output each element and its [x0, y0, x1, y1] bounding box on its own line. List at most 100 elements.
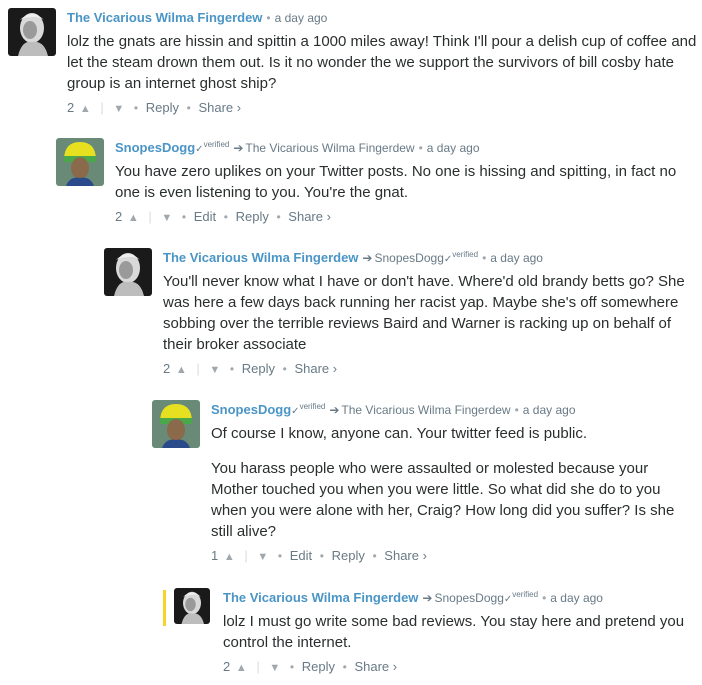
comment-paragraph: You have zero uplikes on your Twitter po…	[115, 163, 677, 201]
reply-arrow-icon: ➔	[329, 403, 340, 417]
parent-author[interactable]: SnopesDogg	[434, 591, 503, 605]
parent-author[interactable]: The Vicarious Wilma Fingerdew	[245, 141, 414, 155]
verified-check-icon: ✓	[291, 406, 300, 417]
new-comment-highlight	[163, 590, 166, 626]
edit-button[interactable]: Edit	[194, 209, 216, 224]
parent-author[interactable]: The Vicarious Wilma Fingerdew	[341, 403, 510, 417]
separator-dot: •	[514, 403, 519, 417]
verified-check-icon: ✓	[195, 144, 204, 155]
downvote-icon[interactable]: ▼	[161, 212, 172, 224]
timestamp[interactable]: a day ago	[275, 11, 328, 25]
author-name[interactable]: The Vicarious Wilma Fingerdew	[67, 10, 262, 25]
verified-badge: verified	[299, 402, 326, 411]
share-button[interactable]: Share ›	[294, 361, 337, 376]
reply-button[interactable]: Reply	[332, 548, 365, 563]
separator-dot: •	[277, 549, 283, 563]
upvote-icon[interactable]: ▲	[128, 212, 139, 224]
reply-arrow-icon: ➔	[233, 141, 244, 155]
verified-check-icon: ✓	[443, 254, 453, 265]
upvote-icon[interactable]: ▲	[80, 103, 91, 115]
upvote-icon[interactable]: ▲	[176, 364, 187, 376]
comment-footer: 1 ▲ | ▼ • Edit • Reply • Share ›	[211, 546, 698, 566]
downvote-icon[interactable]: ▼	[257, 551, 268, 563]
separator-dot: •	[482, 251, 487, 265]
reply-button[interactable]: Reply	[302, 659, 335, 674]
verified-badge: verified	[203, 140, 230, 149]
avatar[interactable]	[56, 138, 104, 186]
separator-dot: •	[418, 141, 423, 155]
separator-dot: •	[319, 549, 324, 563]
separator-dot: •	[133, 101, 139, 115]
share-button[interactable]: Share ›	[288, 209, 331, 224]
separator-dot: •	[542, 591, 547, 605]
separator-dot: •	[289, 660, 295, 674]
comment-header: SnopesDogg✓verified ➔ The Vicarious Wilma …	[211, 400, 698, 420]
vote-count: 2	[67, 100, 75, 115]
vote-count: 2	[223, 659, 231, 674]
downvote-icon[interactable]: ▼	[113, 103, 124, 115]
separator-dot: •	[186, 101, 191, 115]
comment-paragraph: Of course I know, anyone can. Your twitt…	[211, 425, 588, 442]
separator-dot: •	[181, 210, 187, 224]
comment-header: SnopesDogg✓verified ➔ The Vicarious Wilma …	[115, 138, 698, 158]
author-name[interactable]: The Vicarious Wilma Fingerdew	[163, 250, 358, 265]
timestamp[interactable]: a day ago	[490, 251, 543, 265]
vote-count: 1	[211, 548, 219, 563]
reply-button[interactable]: Reply	[146, 100, 179, 115]
comment-text: lolz I must go write some bad reviews. Y…	[223, 611, 698, 653]
comment-text: You have zero uplikes on your Twitter po…	[115, 161, 698, 203]
downvote-icon[interactable]: ▼	[269, 662, 280, 674]
timestamp[interactable]: a day ago	[427, 141, 480, 155]
avatar[interactable]	[152, 400, 200, 448]
comment-header: The Vicarious Wilma Fingerdew ➔ SnopesDogg…	[163, 248, 698, 268]
comment-footer: 2 ▲ | ▼ • Edit • Reply • Share ›	[115, 207, 698, 227]
separator-dot: •	[229, 362, 235, 376]
divider: |	[196, 361, 200, 376]
edit-button[interactable]: Edit	[290, 548, 312, 563]
divider: |	[244, 548, 248, 563]
portrait-icon	[104, 248, 152, 296]
reply-arrow-icon: ➔	[422, 591, 433, 605]
comment-text: Of course I know, anyone can. Your twitt…	[211, 423, 698, 542]
separator-dot: •	[276, 210, 281, 224]
timestamp[interactable]: a day ago	[550, 591, 603, 605]
separator-dot: •	[282, 362, 287, 376]
share-button[interactable]: Share ›	[198, 100, 241, 115]
vote-count: 2	[163, 361, 171, 376]
share-button[interactable]: Share ›	[354, 659, 397, 674]
avatar[interactable]	[8, 8, 56, 56]
divider: |	[100, 100, 104, 115]
separator-dot: •	[223, 210, 228, 224]
reply-button[interactable]: Reply	[236, 209, 269, 224]
portrait-icon	[174, 588, 210, 624]
divider: |	[256, 659, 260, 674]
downvote-icon[interactable]: ▼	[209, 364, 220, 376]
avatar[interactable]	[104, 248, 152, 296]
comment-footer: 2 ▲ | ▼ • Reply • Share ›	[223, 657, 698, 677]
verified-badge: verified	[452, 250, 479, 259]
upvote-icon[interactable]: ▲	[224, 551, 235, 563]
reply-button[interactable]: Reply	[242, 361, 275, 376]
share-button[interactable]: Share ›	[384, 548, 427, 563]
upvote-icon[interactable]: ▲	[236, 662, 247, 674]
comment-footer: 2 ▲ | ▼ • Reply • Share ›	[163, 359, 698, 379]
parent-author[interactable]: SnopesDogg	[374, 251, 443, 265]
vote-count: 2	[115, 209, 123, 224]
verified-badge: verified	[512, 590, 539, 599]
comment-text: lolz the gnats are hissin and spittin a …	[67, 31, 698, 94]
author-name[interactable]: The Vicarious Wilma Fingerdew	[223, 590, 418, 605]
separator-dot: •	[266, 11, 271, 25]
timestamp[interactable]: a day ago	[523, 403, 576, 417]
divider: |	[148, 209, 152, 224]
author-name[interactable]: SnopesDogg	[115, 140, 195, 155]
portrait-icon	[8, 8, 56, 56]
avatar[interactable]	[174, 588, 210, 624]
comment-header: The Vicarious Wilma Fingerdew • a day ago	[67, 8, 698, 28]
reply-arrow-icon: ➔	[362, 251, 373, 265]
comment-paragraph: You'll never know what I have or don't h…	[163, 273, 685, 353]
comment-paragraph: lolz the gnats are hissin and spittin a …	[67, 33, 697, 92]
comment-paragraph: lolz I must go write some bad reviews. Y…	[223, 613, 685, 651]
author-name[interactable]: SnopesDogg	[211, 402, 291, 417]
separator-dot: •	[342, 660, 347, 674]
snoop-avatar-icon	[56, 138, 104, 186]
